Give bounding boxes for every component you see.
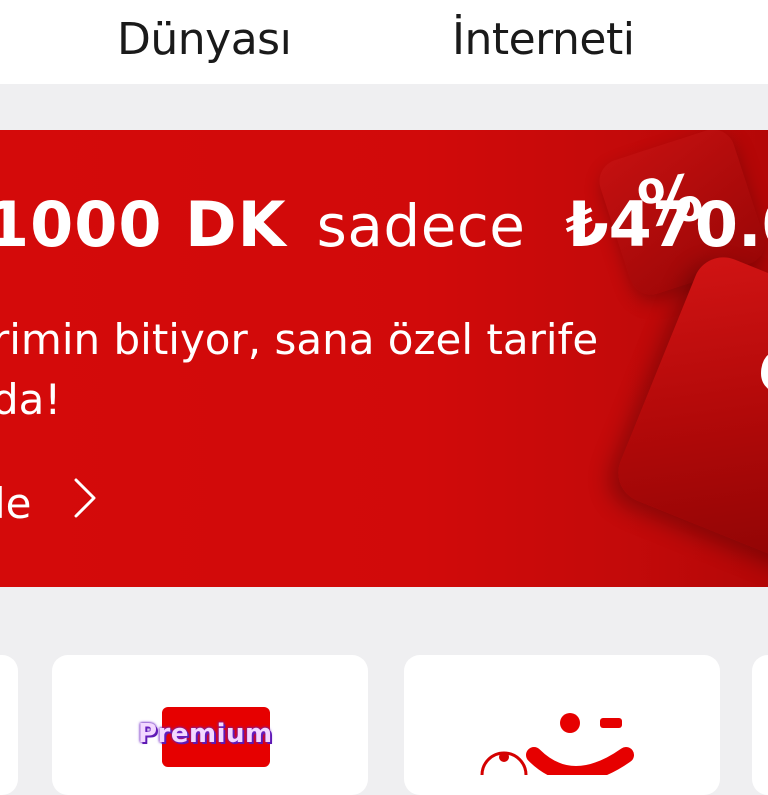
promo-price: ₺470.0	[566, 188, 768, 261]
promo-description-line: da!	[0, 370, 598, 430]
tab-interneti[interactable]: İnterneti	[452, 14, 634, 65]
promo-description: rimin bitiyor, sana özel tarife da!	[0, 310, 598, 430]
service-card-smile[interactable]	[404, 655, 720, 795]
service-card-premium[interactable]: Premium	[52, 655, 368, 795]
discount-cube-icon: %	[609, 248, 768, 571]
promo-banner[interactable]: % % 1000 DKsadece₺470.0 rimin bitiyor, s…	[0, 130, 768, 587]
service-card[interactable]	[0, 655, 18, 795]
service-card[interactable]	[752, 655, 768, 795]
smile-logo-icon	[476, 705, 676, 775]
promo-description-line: rimin bitiyor, sana özel tarife	[0, 310, 598, 370]
chevron-right-icon	[72, 476, 98, 530]
promo-headline: 1000 DK sadece ₺470.0	[0, 188, 768, 261]
promo-minutes: 1000 DK	[0, 188, 287, 261]
promo-connector: sadece	[317, 192, 526, 260]
tab-dunyasi[interactable]: Dünyası	[117, 14, 291, 65]
promo-cta-link[interactable]: le	[0, 476, 98, 530]
premium-badge-label: Premium	[138, 719, 273, 749]
promo-cta-label: le	[0, 479, 32, 528]
top-tab-bar: Dünyası İnterneti	[0, 0, 768, 84]
